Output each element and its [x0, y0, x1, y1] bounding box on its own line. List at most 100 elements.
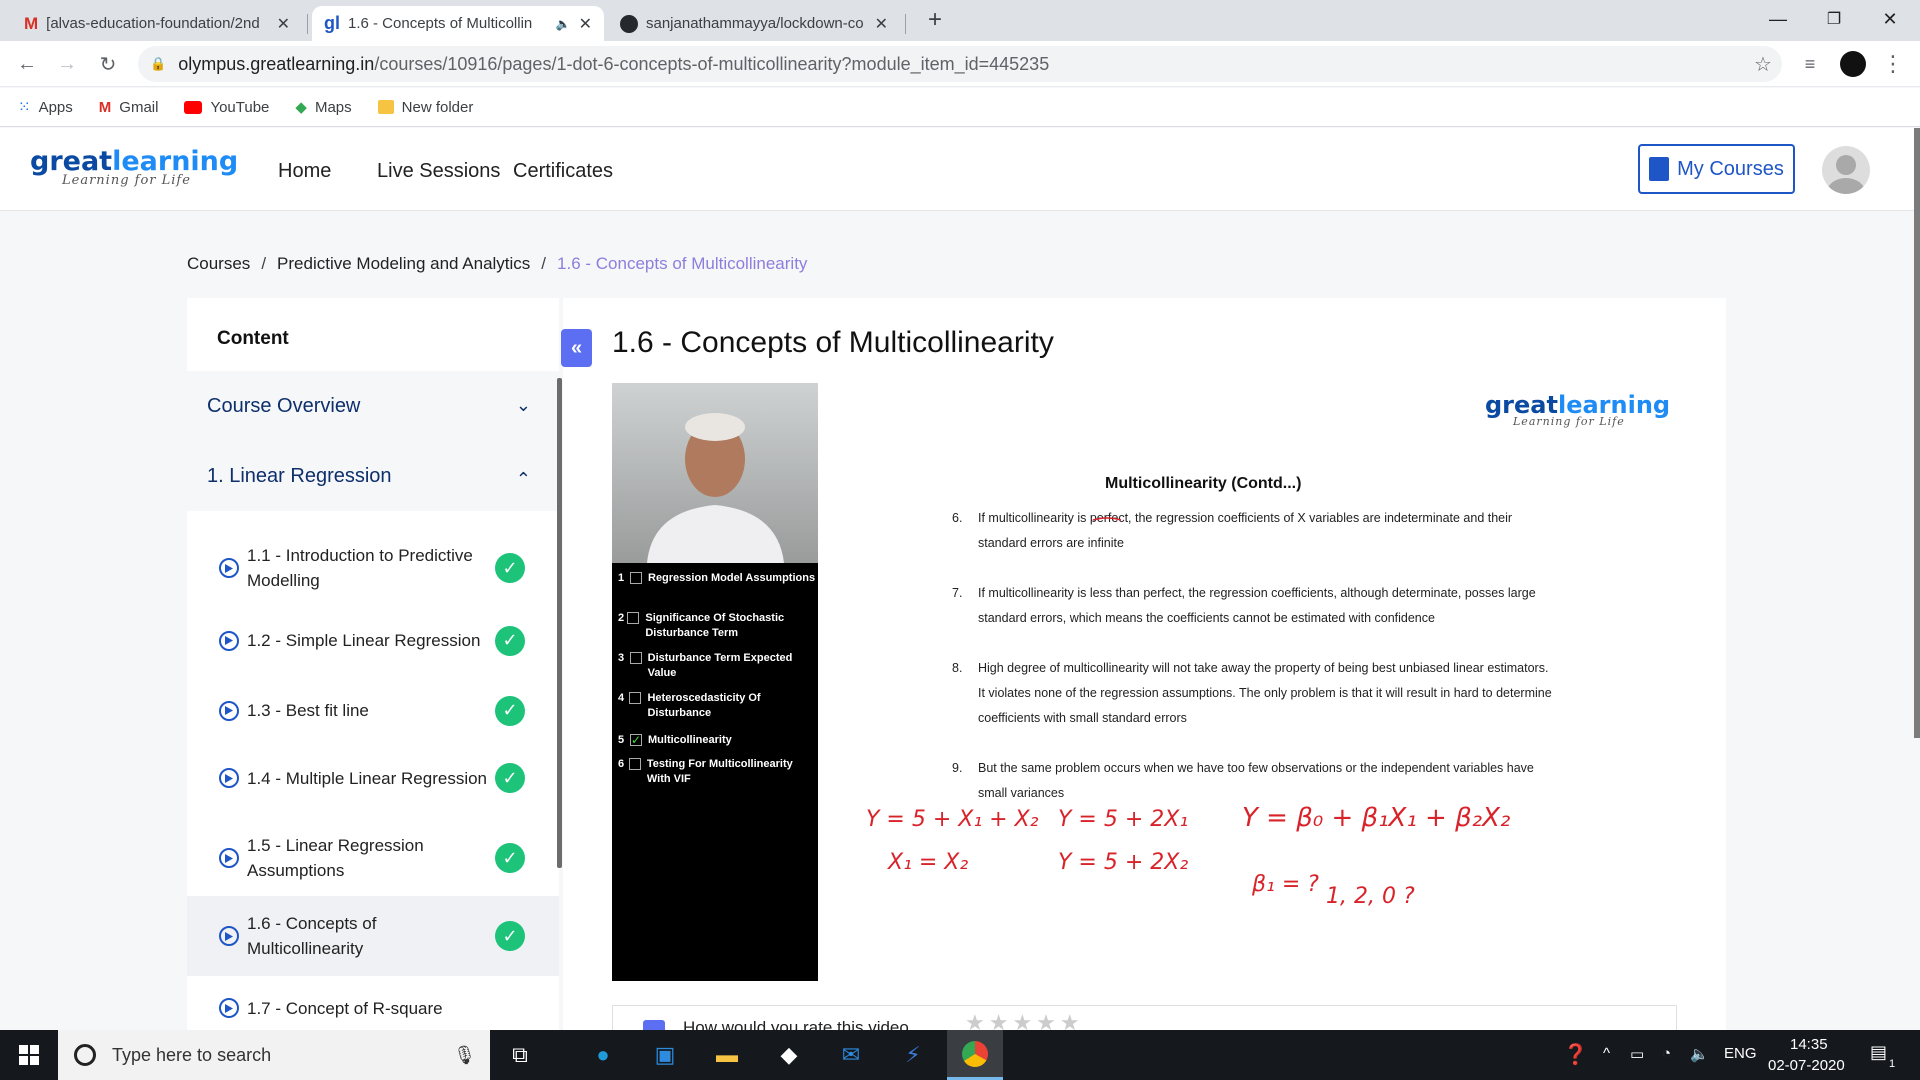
- bookmark-label: Gmail: [119, 98, 159, 116]
- page-scrollbar[interactable]: [1914, 128, 1920, 738]
- nav-home[interactable]: Home: [278, 160, 331, 183]
- chevron-up-icon: ⌃: [515, 469, 531, 489]
- profile-avatar-icon[interactable]: [1838, 49, 1868, 79]
- lesson-label: 1.6 - Concepts of Multicollinearity: [247, 914, 377, 958]
- store-icon[interactable]: ▣: [637, 1030, 693, 1080]
- close-tab-icon[interactable]: ✕: [277, 14, 290, 34]
- close-tab-icon[interactable]: ✕: [875, 14, 888, 34]
- address-bar[interactable]: 🔒 olympus.greatlearning.in /courses/1091…: [138, 46, 1782, 82]
- breadcrumb-separator: /: [541, 254, 547, 273]
- video-player[interactable]: 1 Regression Model Assumptions 2 Significa…: [612, 383, 1672, 981]
- tab-divider: [307, 14, 308, 34]
- bookmark-star-icon[interactable]: ☆: [1748, 49, 1778, 79]
- back-arrow-icon[interactable]: ←: [12, 49, 42, 79]
- lock-icon: 🔒: [150, 56, 167, 71]
- tab-gmail[interactable]: M [alvas-education-foundation/2nd ✕: [12, 6, 302, 41]
- nav-live-sessions[interactable]: Live Sessions: [377, 160, 500, 183]
- lesson-item-1-1[interactable]: 1.1 - Introduction to Predictive Modelli…: [187, 528, 559, 608]
- windows-start-icon[interactable]: [0, 1030, 58, 1080]
- tab-title: [alvas-education-foundation/2nd: [46, 15, 260, 32]
- user-avatar[interactable]: [1822, 146, 1870, 194]
- bookmark-gmail[interactable]: M Gmail: [99, 99, 159, 116]
- search-circle-icon: [74, 1044, 96, 1066]
- clock-date[interactable]: 02-07-2020: [1768, 1057, 1845, 1074]
- window-close-icon[interactable]: ✕: [1862, 0, 1918, 38]
- reload-icon[interactable]: ↻: [93, 49, 123, 79]
- apps-grid-icon: ⁙: [18, 99, 31, 116]
- ink-equation: X₁ = X₂: [887, 850, 968, 875]
- edge-icon[interactable]: ●: [575, 1030, 631, 1080]
- bookmark-label: YouTube: [210, 98, 270, 116]
- sidebar-heading: Content: [217, 328, 289, 349]
- close-tab-icon[interactable]: ✕: [579, 14, 592, 34]
- chrome-taskbar-icon[interactable]: [947, 1030, 1003, 1080]
- visual-studio-icon[interactable]: ⚡: [885, 1030, 941, 1080]
- collapse-sidebar-button[interactable]: «: [561, 329, 592, 367]
- ink-equation: Y = 5 + X₁ + X₂: [866, 807, 1039, 832]
- section-linear-regression[interactable]: 1. Linear Regression ⌃: [187, 441, 559, 511]
- tab-github[interactable]: sanjanathammayya/lockdown-co ✕: [608, 6, 900, 41]
- nav-certificates[interactable]: Certificates: [513, 160, 613, 183]
- notification-icon[interactable]: ▤: [1870, 1042, 1887, 1063]
- check-complete-icon: ✓: [495, 763, 525, 793]
- dropbox-icon[interactable]: ◆: [761, 1030, 817, 1080]
- section-label: 1. Linear Regression: [207, 464, 392, 487]
- play-circle-icon: [219, 630, 239, 651]
- youtube-icon: [184, 100, 203, 114]
- my-courses-label: My Courses: [1677, 157, 1784, 180]
- breadcrumb-course[interactable]: Predictive Modeling and Analytics: [277, 254, 530, 274]
- handwritten-annotations: Y = 5 + X₁ + X₂ X₁ = X₂ Y = 5 + 2X₁ Y = …: [866, 517, 1510, 909]
- chevron-up-icon[interactable]: ^: [1603, 1045, 1610, 1062]
- chrome-menu-icon[interactable]: ⋮: [1878, 49, 1908, 79]
- lesson-label: 1.1 - Introduction to Predictive Modelli…: [247, 546, 473, 590]
- tab-greatlearning[interactable]: gl 1.6 - Concepts of Multicollin 🔈 ✕: [312, 6, 604, 41]
- microphone-icon[interactable]: 🎙: [453, 1045, 476, 1066]
- bookmark-new-folder[interactable]: New folder: [377, 99, 473, 116]
- my-courses-button[interactable]: My Courses: [1638, 144, 1795, 194]
- play-circle-icon: [219, 700, 239, 721]
- breadcrumb-courses[interactable]: Courses: [187, 254, 250, 274]
- content-sidebar: Content Course Overview ⌄ 1. Linear Regr…: [187, 298, 559, 1030]
- mail-icon[interactable]: ✉: [823, 1030, 879, 1080]
- check-complete-icon: ✓: [495, 553, 525, 583]
- maps-icon: ◆: [295, 99, 307, 116]
- forward-arrow-icon[interactable]: →: [52, 49, 82, 79]
- bookmark-apps[interactable]: ⁙ Apps: [18, 98, 73, 117]
- volume-icon[interactable]: 🔈: [1690, 1045, 1709, 1063]
- lesson-item-1-4[interactable]: 1.4 - Multiple Linear Regression ✓: [187, 738, 559, 818]
- windows-taskbar: Type here to search 🎙 ⧉ ● ▣ ▬ ◆ ✉ ⚡ ❓ ^ …: [0, 1030, 1920, 1080]
- url-host: olympus.greatlearning.in: [178, 53, 375, 74]
- task-view-icon[interactable]: ⧉: [492, 1030, 548, 1080]
- bookmark-maps[interactable]: ◆ Maps: [295, 98, 351, 117]
- breadcrumb-separator: /: [261, 254, 267, 273]
- lesson-item-1-7[interactable]: 1.7 - Concept of R-square: [187, 988, 559, 1028]
- lesson-item-1-5[interactable]: 1.5 - Linear Regression Assumptions ✓: [187, 818, 559, 898]
- taskbar-search-box[interactable]: Type here to search 🎙: [58, 1030, 490, 1080]
- battery-icon[interactable]: ▭: [1630, 1045, 1644, 1063]
- sidebar-scrollbar[interactable]: [557, 378, 562, 868]
- section-course-overview[interactable]: Course Overview ⌄: [187, 371, 559, 441]
- lesson-item-1-6[interactable]: 1.6 - Concepts of Multicollinearity ✓: [187, 896, 559, 976]
- clock-time[interactable]: 14:35: [1790, 1036, 1828, 1053]
- restore-icon[interactable]: ❐: [1806, 0, 1862, 38]
- speaker-icon[interactable]: 🔈: [556, 17, 571, 31]
- help-icon[interactable]: ❓: [1563, 1042, 1588, 1067]
- lesson-item-1-3[interactable]: 1.3 - Best fit line ✓: [187, 683, 559, 738]
- file-explorer-icon[interactable]: ▬: [699, 1030, 755, 1080]
- lesson-item-1-2[interactable]: 1.2 - Simple Linear Regression ✓: [187, 613, 559, 668]
- section-label: Course Overview: [207, 394, 361, 417]
- ink-equation: β₁ = ?: [1251, 872, 1319, 897]
- user-silhouette-icon: [1827, 155, 1865, 194]
- greatlearning-logo[interactable]: greatlearning Learning for Life: [30, 146, 238, 188]
- tab-title: sanjanathammayya/lockdown-co: [646, 15, 864, 32]
- language-indicator[interactable]: ENG: [1724, 1045, 1757, 1062]
- breadcrumb-current: 1.6 - Concepts of Multicollinearity: [557, 254, 808, 273]
- play-circle-icon: [219, 926, 239, 946]
- windows-logo-icon: [19, 1045, 39, 1065]
- check-complete-icon: ✓: [495, 625, 525, 656]
- media-control-icon[interactable]: ≡: [1795, 49, 1825, 79]
- minimize-icon[interactable]: —: [1750, 0, 1806, 38]
- new-tab-button[interactable]: +: [920, 5, 950, 35]
- bookmark-youtube[interactable]: YouTube: [184, 99, 269, 116]
- wifi-icon[interactable]: ◔: [1662, 1045, 1671, 1062]
